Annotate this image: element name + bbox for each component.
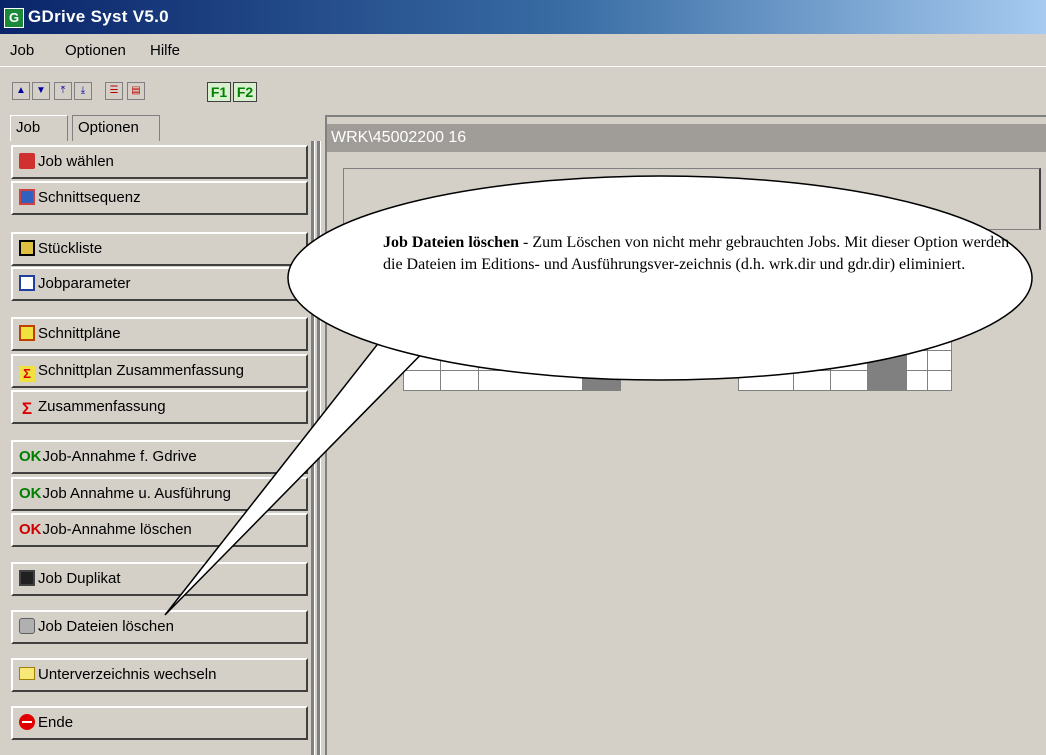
callout-text: Job Dateien löschen - Zum Löschen von ni…	[383, 232, 1023, 276]
callout-title: Job Dateien löschen	[383, 234, 519, 251]
callout-bubble	[164, 175, 1033, 616]
